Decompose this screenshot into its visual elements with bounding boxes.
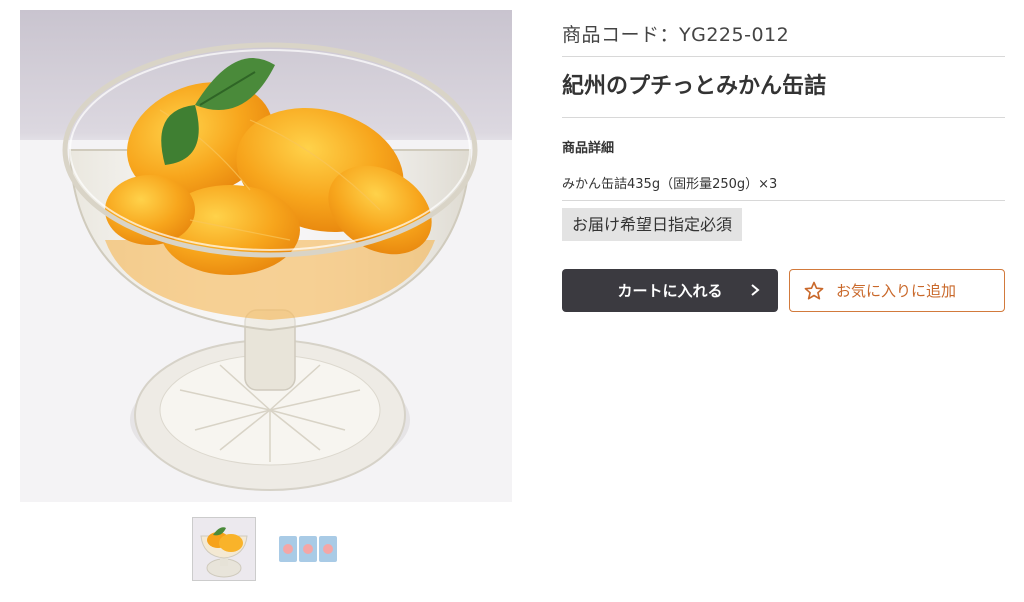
- detail-text: みかん缶詰435g（固形量250g）×3: [562, 177, 778, 192]
- add-to-favorites-label: お気に入りに追加: [836, 282, 957, 300]
- detail-heading: 商品詳細: [562, 141, 615, 156]
- divider: [562, 117, 1005, 118]
- mandarin-dessert-illustration: [20, 10, 512, 502]
- thumbnail-canned-product[interactable]: [277, 518, 339, 580]
- product-code: 商品コード：YG225-012: [562, 24, 790, 46]
- chevron-right-icon: [751, 284, 760, 296]
- thumbnail-mandarin-dessert[interactable]: [192, 517, 256, 581]
- add-to-cart-label: カートに入れる: [617, 282, 723, 300]
- delivery-date-required-badge: お届け希望日指定必須: [562, 208, 743, 241]
- divider: [562, 200, 1005, 201]
- product-title: 紀州のプチっとみかん缶詰: [562, 74, 827, 99]
- star-icon: [804, 281, 824, 299]
- add-to-cart-button[interactable]: カートに入れる: [562, 269, 778, 312]
- thumbnail-strip: [192, 517, 339, 581]
- main-product-image: [20, 10, 512, 502]
- divider: [562, 56, 1005, 57]
- add-to-favorites-button[interactable]: お気に入りに追加: [789, 269, 1005, 312]
- mandarin-dessert-thumbnail-image: [193, 518, 255, 580]
- canned-product-thumbnail-image: [277, 518, 339, 580]
